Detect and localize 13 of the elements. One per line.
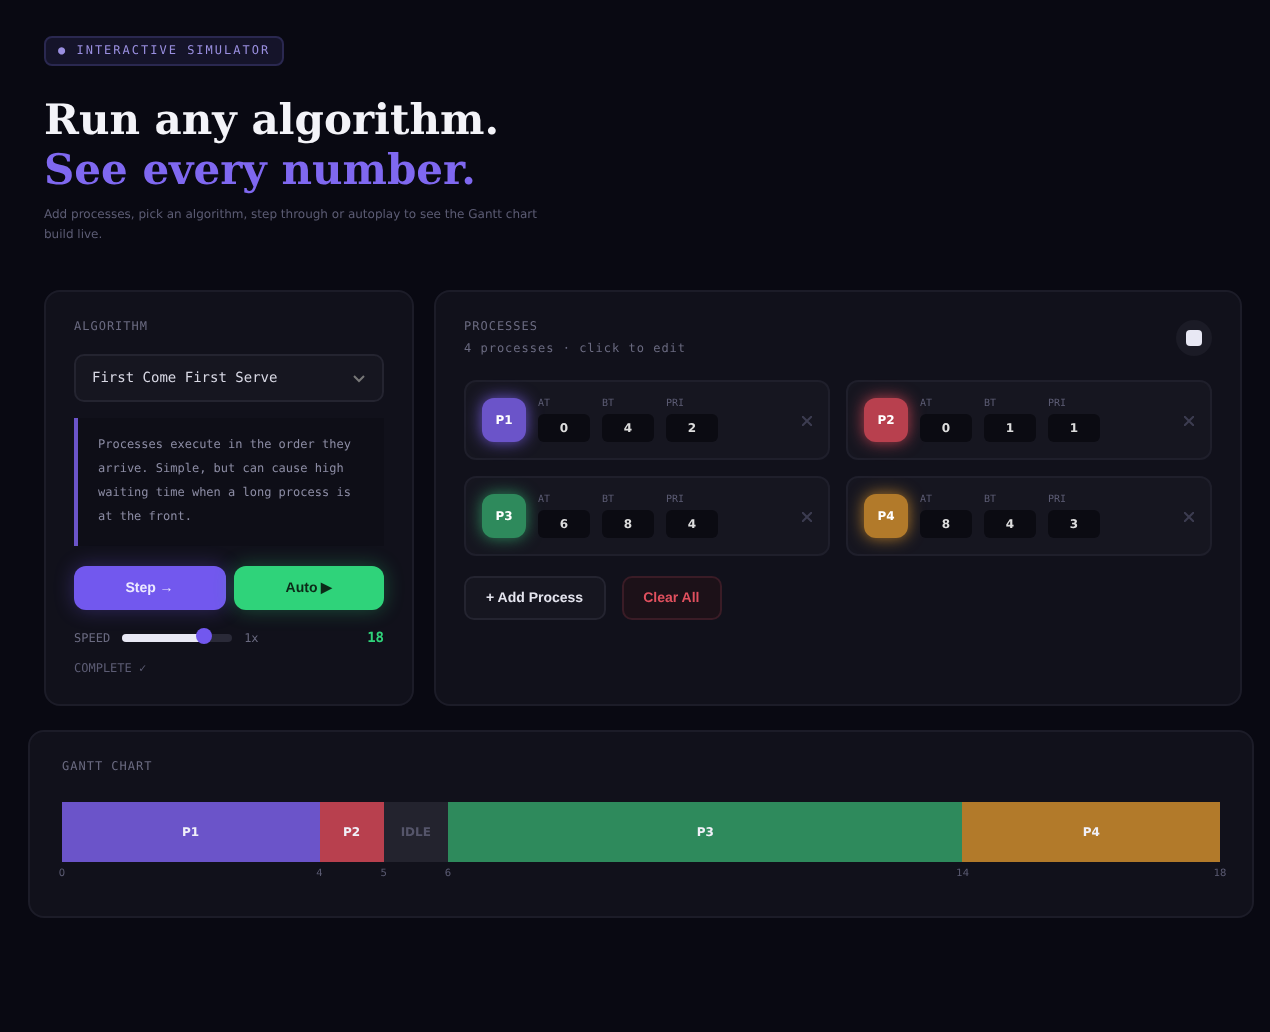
close-icon (1184, 415, 1194, 425)
chevron-icon (352, 373, 366, 383)
close-button[interactable] (1184, 507, 1194, 525)
close-button[interactable] (1184, 411, 1194, 429)
close-button[interactable] (802, 507, 812, 525)
close-icon (802, 415, 812, 425)
close-icon (1184, 511, 1194, 521)
headline-accent: See every number. (44, 144, 478, 194)
headline: Run any algorithm. (44, 94, 502, 144)
toggle-button[interactable] (1176, 320, 1212, 356)
close-icon (802, 511, 812, 521)
close-button[interactable] (802, 411, 812, 429)
square-icon (1186, 330, 1202, 346)
